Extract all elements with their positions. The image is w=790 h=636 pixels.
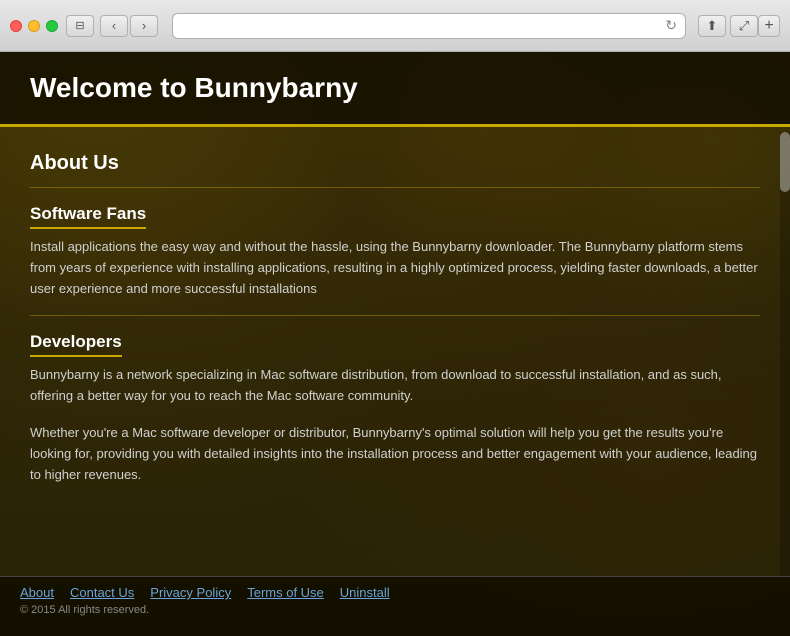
browser-content: Welcome to Bunnybarny About Us Software … [0, 52, 790, 636]
footer-link-terms[interactable]: Terms of Use [247, 585, 324, 600]
fullscreen-button[interactable]: ⤢ [730, 15, 758, 37]
footer-copyright: © 2015 All rights reserved. [20, 604, 770, 616]
forward-icon: › [142, 18, 146, 33]
developers-text-2: Whether you're a Mac software developer … [30, 423, 760, 485]
toolbar-right: ⬆ ⤢ [698, 15, 758, 37]
section-divider-1 [30, 187, 760, 188]
footer: About Contact Us Privacy Policy Terms of… [0, 576, 790, 636]
scrollbar-thumb[interactable] [780, 132, 790, 192]
traffic-lights [10, 20, 58, 32]
developers-heading: Developers [30, 332, 122, 357]
software-fans-text: Install applications the easy way and wi… [30, 237, 760, 299]
share-button[interactable]: ⬆ [698, 15, 726, 37]
footer-link-privacy[interactable]: Privacy Policy [150, 585, 231, 600]
main-content: About Us Software Fans Install applicati… [0, 132, 790, 576]
sidebar-icon: ⊟ [75, 19, 84, 32]
address-input[interactable] [181, 19, 661, 33]
sidebar-toggle-button[interactable]: ⊟ [66, 15, 94, 37]
nav-buttons: ‹ › [100, 15, 158, 37]
close-button[interactable] [10, 20, 22, 32]
footer-links: About Contact Us Privacy Policy Terms of… [20, 585, 770, 600]
forward-button[interactable]: › [130, 15, 158, 37]
section-divider-2 [30, 315, 760, 316]
fullscreen-icon: ⤢ [739, 18, 749, 34]
software-fans-heading: Software Fans [30, 204, 146, 229]
address-bar-container: ↻ [172, 13, 686, 39]
about-us-heading: About Us [30, 152, 760, 175]
minimize-button[interactable] [28, 20, 40, 32]
page-title: Welcome to Bunnybarny [30, 72, 760, 104]
maximize-button[interactable] [46, 20, 58, 32]
developers-text-1: Bunnybarny is a network specializing in … [30, 365, 760, 407]
footer-link-about[interactable]: About [20, 585, 54, 600]
footer-link-contact[interactable]: Contact Us [70, 585, 134, 600]
share-icon: ⬆ [707, 18, 718, 34]
plus-icon: + [764, 17, 773, 35]
scrollbar-track[interactable] [780, 132, 790, 576]
reload-button[interactable]: ↻ [665, 17, 677, 34]
title-bar: ⊟ ‹ › ↻ ⬆ ⤢ + [0, 0, 790, 52]
footer-link-uninstall[interactable]: Uninstall [340, 585, 390, 600]
new-tab-button[interactable]: + [758, 15, 780, 37]
back-icon: ‹ [112, 18, 116, 33]
header-section: Welcome to Bunnybarny [0, 52, 790, 127]
back-button[interactable]: ‹ [100, 15, 128, 37]
